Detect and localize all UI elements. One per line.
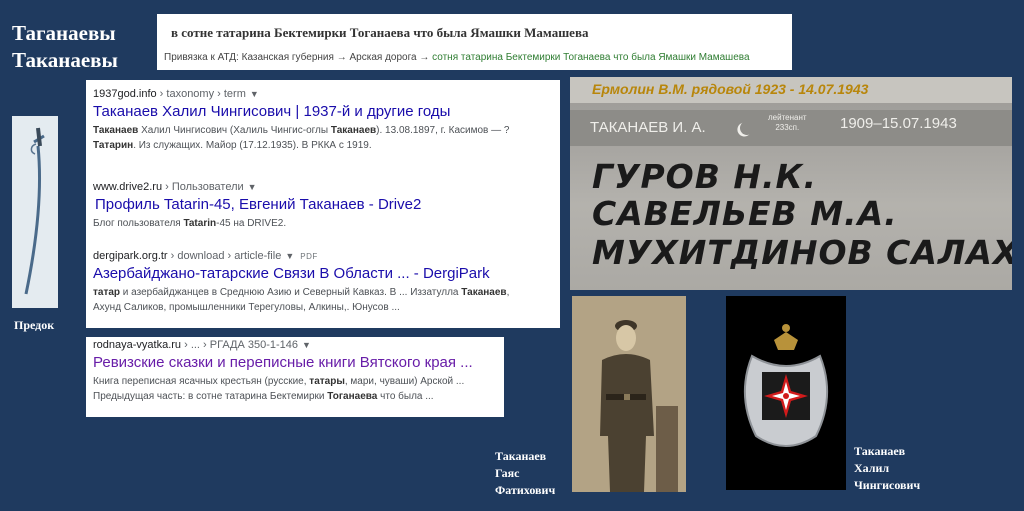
result-title-link[interactable]: Азербайджано-татарские Связи В Области .… bbox=[93, 265, 509, 282]
search-results-card: 1937god.info › taxonomy › term ▼ Таканаев… bbox=[86, 80, 560, 328]
result-title-link[interactable]: Профиль Tatarin-45, Евгений Таканаев - D… bbox=[93, 196, 421, 213]
plaque-line-1: Ермолин В.М. рядовой 1923 - 14.07.1943 bbox=[592, 81, 869, 97]
result-snippet: татар и азербайджанцев в Среднюю Азию и … bbox=[93, 287, 510, 313]
emblem-caption: Таканаев Халил Чингисович bbox=[854, 444, 921, 492]
plaque-handwritten-3: МУХИТДИНОВ САЛАХ bbox=[592, 233, 1012, 272]
plaque-name-takanaev: ТАКАНАЕВ И. А. bbox=[590, 119, 706, 136]
plaque-rank: лейтенант 233сп. bbox=[768, 113, 807, 132]
family-names: Таганаевы Таканаевы bbox=[12, 20, 152, 74]
chevron-down-icon[interactable]: ▼ bbox=[250, 89, 259, 99]
plaque-handwritten-2: САВЕЛЬЕВ М.А. bbox=[592, 194, 898, 233]
result-title-link[interactable]: Ревизские сказки и переписные книги Вятс… bbox=[93, 354, 473, 371]
soldier-figure bbox=[572, 296, 686, 492]
breadcrumb-link[interactable]: сотня татарина Бектемирки Тоганаева что … bbox=[432, 52, 749, 63]
result-snippet: Блог пользователя Tatarin-45 на DRIVE2. bbox=[93, 218, 287, 229]
chevron-down-icon[interactable]: ▼ bbox=[285, 251, 294, 261]
result-url[interactable]: dergipark.org.tr › download › article-fi… bbox=[93, 250, 509, 262]
breadcrumb: Привязка к АТД: Казанская губерния → Арс… bbox=[164, 52, 750, 63]
breadcrumb-prefix: Привязка к АТД: Казанская губерния → Арс… bbox=[164, 52, 430, 63]
memorial-plaque-photo: Ермолин В.М. рядовой 1923 - 14.07.1943 Т… bbox=[570, 77, 1012, 290]
chevron-down-icon[interactable]: ▼ bbox=[248, 182, 257, 192]
pdf-badge: PDF bbox=[300, 252, 318, 261]
result-title-link[interactable]: Таканаев Халил Чингисович | 1937-й и дру… bbox=[93, 103, 510, 120]
search-result: dergipark.org.tr › download › article-fi… bbox=[93, 250, 509, 315]
search-result: 1937god.info › taxonomy › term ▼ Таканаев… bbox=[93, 88, 510, 153]
military-emblem-icon bbox=[726, 296, 846, 490]
search-results-card: rodnaya-vyatka.ru › ... › РГАДА 350-1-14… bbox=[86, 337, 504, 417]
search-result: www.drive2.ru › Пользователи ▼ Профиль Ta… bbox=[93, 181, 421, 231]
chevron-down-icon[interactable]: ▼ bbox=[302, 340, 311, 350]
military-emblem-photo bbox=[726, 296, 846, 490]
archive-title: в сотне татарина Бектемирки Тоганаева чт… bbox=[171, 25, 589, 40]
result-url[interactable]: 1937god.info › taxonomy › term ▼ bbox=[93, 88, 510, 100]
result-url[interactable]: rodnaya-vyatka.ru › ... › РГАДА 350-1-14… bbox=[93, 339, 473, 351]
family-name-2: Таканаевы bbox=[12, 48, 118, 72]
saber-icon bbox=[12, 116, 58, 308]
soldier-caption: Таканаев Гаяс Фатихович bbox=[495, 449, 556, 497]
result-snippet: Таканаев Халил Чингисович (Халиль Чингис… bbox=[93, 125, 510, 151]
search-result: rodnaya-vyatka.ru › ... › РГАДА 350-1-14… bbox=[93, 339, 473, 404]
archive-header-card: в сотне татарина Бектемирки Тоганаева чт… bbox=[157, 14, 792, 70]
soldier-portrait-photo bbox=[572, 296, 686, 492]
plaque-handwritten-1: ГУРОВ Н.К. bbox=[592, 157, 818, 196]
result-snippet: Книга переписная ясачных крестьян (русск… bbox=[93, 376, 465, 402]
result-url[interactable]: www.drive2.ru › Пользователи ▼ bbox=[93, 181, 421, 193]
ancestor-caption: Предок bbox=[14, 318, 55, 332]
plaque-dates: 1909–15.07.1943 bbox=[840, 115, 957, 132]
saber-photo bbox=[12, 116, 58, 308]
family-name-1: Таганаевы bbox=[12, 21, 116, 45]
